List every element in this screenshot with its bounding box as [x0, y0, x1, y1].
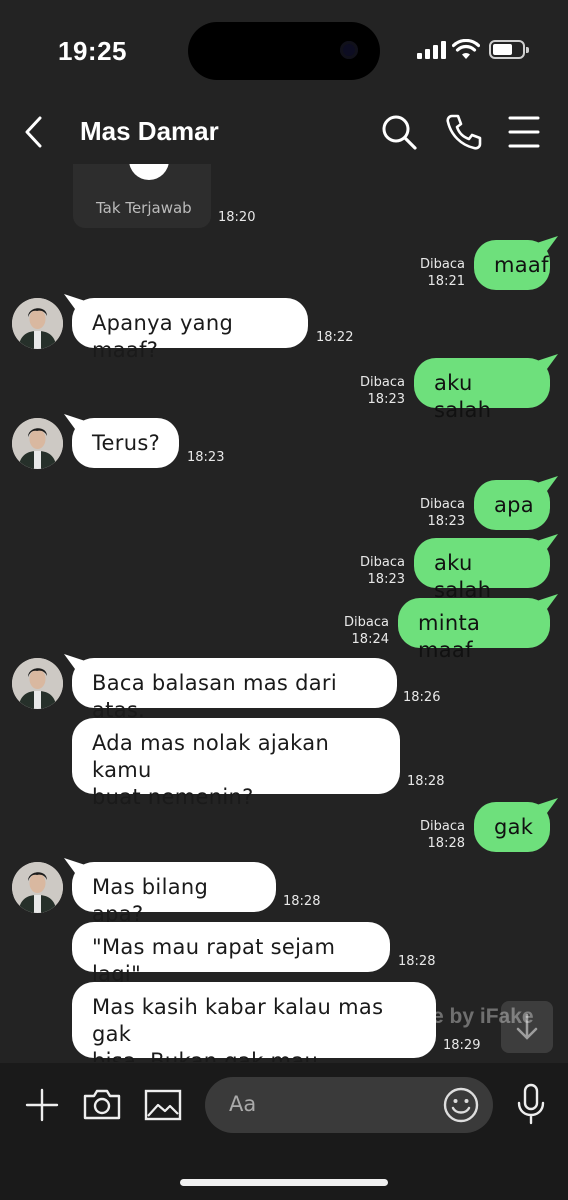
camera-icon[interactable] — [82, 1087, 122, 1121]
avatar[interactable] — [12, 298, 63, 349]
avatar[interactable] — [12, 418, 63, 469]
message-time: 18:28 — [283, 894, 321, 909]
outgoing-message[interactable]: gak — [474, 802, 550, 852]
message-time: 18:28 — [427, 836, 465, 851]
read-status: Dibaca — [420, 497, 465, 512]
incoming-message[interactable]: Mas bilang apa? — [72, 862, 276, 926]
message-time: 18:29 — [443, 1038, 481, 1053]
message-time: 18:20 — [218, 210, 256, 225]
menu-icon[interactable] — [508, 112, 540, 152]
message-time: 18:28 — [407, 774, 445, 789]
status-time: 19:25 — [58, 36, 127, 66]
chat-header: Mas Damar — [0, 100, 568, 164]
read-status: Dibaca — [420, 819, 465, 834]
message-list[interactable]: Tak Terjawab 18:20 maaf Dibaca 18:21 Apanya… — [0, 164, 568, 1062]
back-chevron-icon[interactable] — [22, 114, 46, 150]
arrow-down-icon — [516, 1013, 538, 1040]
message-time: 18:22 — [316, 330, 354, 345]
microphone-icon[interactable] — [516, 1083, 546, 1125]
incoming-message[interactable]: Baca balasan mas dari atas. — [72, 658, 397, 722]
read-receipt: Dibaca 18:23 — [420, 496, 465, 530]
outgoing-message[interactable]: apa — [474, 480, 550, 530]
avatar[interactable] — [12, 862, 63, 913]
outgoing-message[interactable]: minta maaf — [398, 598, 550, 662]
gallery-icon[interactable] — [144, 1089, 182, 1121]
search-icon[interactable] — [380, 112, 418, 152]
signal-icon — [417, 41, 446, 59]
missed-call-label: Tak Terjawab — [96, 199, 192, 217]
avatar[interactable] — [12, 658, 63, 709]
outgoing-message[interactable]: aku salah — [414, 538, 550, 602]
read-receipt: Dibaca 18:24 — [344, 614, 389, 648]
battery-icon — [489, 40, 529, 59]
home-indicator — [180, 1179, 388, 1186]
message-input-placeholder: Aa — [229, 1092, 257, 1116]
message-time: 18:23 — [367, 392, 405, 407]
read-status: Dibaca — [420, 257, 465, 272]
message-time: 18:28 — [398, 954, 436, 969]
message-time: 18:23 — [367, 572, 405, 587]
message-time: 18:21 — [427, 274, 465, 289]
read-receipt: Dibaca 18:21 — [420, 256, 465, 290]
incoming-message[interactable]: Terus? — [72, 418, 179, 468]
incoming-message[interactable]: "Mas mau rapat sejam lagi" — [72, 922, 390, 986]
scroll-down-button[interactable] — [501, 1001, 553, 1053]
read-status: Dibaca — [344, 615, 389, 630]
read-receipt: Dibaca 18:23 — [360, 374, 405, 408]
incoming-message[interactable]: Ada mas nolak ajakan kamu buat nemenin? — [72, 718, 400, 809]
read-status: Dibaca — [360, 555, 405, 570]
wifi-icon — [452, 39, 480, 59]
outgoing-message[interactable]: maaf — [474, 240, 550, 290]
incoming-message[interactable]: Mas kasih kabar kalau mas gak bisa. Buka… — [72, 982, 436, 1062]
plus-icon[interactable] — [24, 1087, 60, 1123]
emoji-icon[interactable] — [443, 1087, 479, 1123]
message-input[interactable]: Aa — [205, 1077, 493, 1133]
read-receipt: Dibaca 18:23 — [360, 554, 405, 588]
outgoing-message[interactable]: aku salah — [414, 358, 550, 422]
read-receipt: Dibaca 18:28 — [420, 818, 465, 852]
dynamic-island — [188, 22, 380, 80]
incoming-message[interactable]: Apanya yang maaf? — [72, 298, 308, 362]
phone-icon[interactable] — [444, 112, 482, 152]
call-bubble-icon — [129, 164, 169, 180]
message-time: 18:24 — [351, 632, 389, 647]
message-time: 18:23 — [427, 514, 465, 529]
contact-name[interactable]: Mas Damar — [80, 116, 219, 147]
missed-call-card[interactable]: Tak Terjawab — [73, 164, 211, 228]
status-bar: 19:25 — [0, 0, 568, 100]
read-status: Dibaca — [360, 375, 405, 390]
message-time: 18:23 — [187, 450, 225, 465]
message-time: 18:26 — [403, 690, 441, 705]
